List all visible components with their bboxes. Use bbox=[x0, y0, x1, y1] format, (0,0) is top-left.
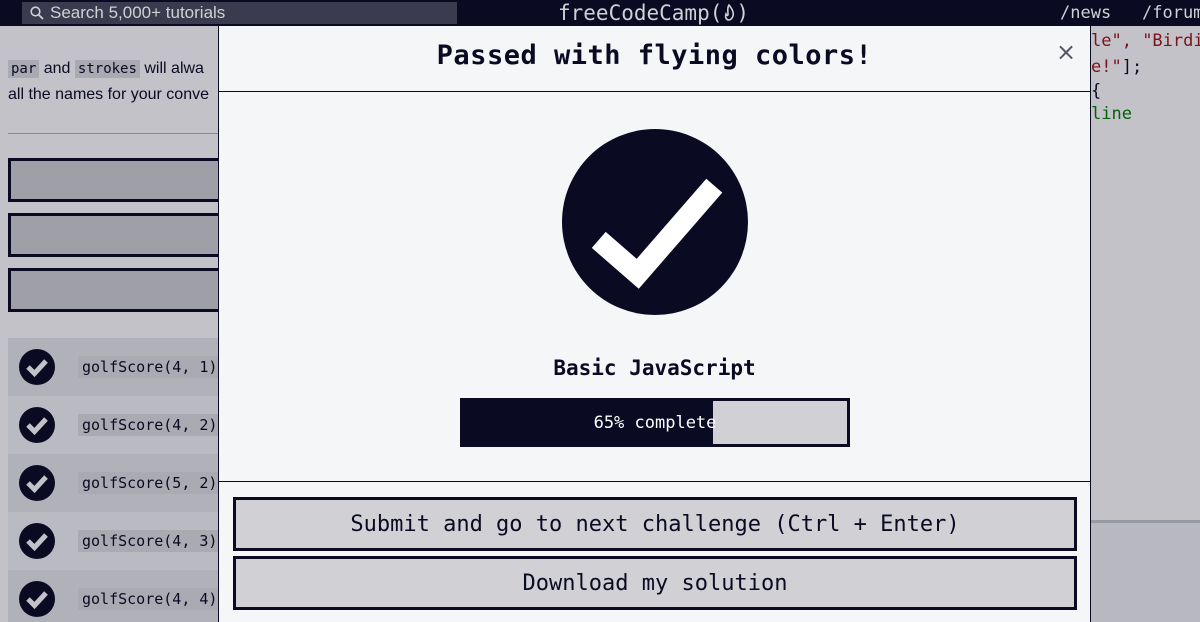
block-name: Basic JavaScript bbox=[553, 356, 756, 380]
nav-link-forum[interactable]: /forum bbox=[1142, 0, 1200, 26]
top-nav: Search 5,000+ tutorials freeCodeCamp() /… bbox=[0, 0, 1200, 26]
submit-next-button[interactable]: Submit and go to next challenge (Ctrl + … bbox=[233, 497, 1077, 551]
progress-bar: 65% complete bbox=[460, 398, 850, 447]
search-bar[interactable]: Search 5,000+ tutorials bbox=[22, 2, 457, 24]
close-button[interactable]: × bbox=[1056, 38, 1076, 66]
brand-logo[interactable]: freeCodeCamp() bbox=[558, 0, 749, 26]
success-check-icon bbox=[562, 129, 748, 315]
progress-label: 65% complete bbox=[593, 412, 717, 433]
brand-name: freeCodeCamp bbox=[558, 1, 710, 25]
download-solution-button[interactable]: Download my solution bbox=[233, 556, 1077, 610]
search-input[interactable]: Search 5,000+ tutorials bbox=[50, 3, 225, 23]
modal-header: Passed with flying colors! × bbox=[219, 26, 1090, 92]
modal-footer-divider bbox=[219, 481, 1090, 482]
search-icon bbox=[30, 6, 44, 20]
completion-modal: Passed with flying colors! × Basic JavaS… bbox=[218, 26, 1091, 622]
modal-title: Passed with flying colors! bbox=[436, 40, 873, 71]
flame-icon: () bbox=[709, 1, 750, 25]
nav-link-news[interactable]: /news bbox=[1060, 0, 1111, 26]
